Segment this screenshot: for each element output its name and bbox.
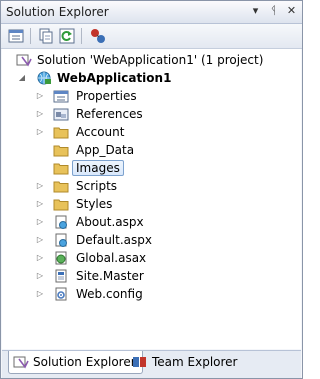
tree-item-app-data[interactable]: App_Data — [2, 141, 301, 159]
properties-icon — [8, 29, 24, 43]
view-class-diagram-button[interactable] — [89, 27, 107, 45]
tree-item-properties[interactable]: ▷ Properties — [2, 87, 301, 105]
toolbar-separator — [30, 28, 31, 44]
panel-title: Solution Explorer — [6, 5, 109, 19]
toolbar-separator — [81, 28, 82, 44]
solution-explorer-panel: Solution Explorer ▾ ᛩ ✕ Solution 'WebApp… — [0, 0, 303, 379]
item-label: Scripts — [76, 179, 118, 193]
web-project-icon — [37, 71, 51, 85]
refresh-button[interactable] — [58, 27, 76, 45]
item-label: Site.Master — [76, 269, 144, 283]
view-class-diagram-icon — [91, 29, 105, 43]
tree-project-row[interactable]: ◢ WebApplication1 — [2, 69, 301, 87]
tab-team-explorer[interactable]: Team Explorer — [128, 351, 244, 373]
refresh-icon — [59, 28, 75, 44]
toolbar — [1, 24, 302, 49]
tree-item-references[interactable]: ▷ References — [2, 105, 301, 123]
item-label: Images — [72, 160, 124, 176]
item-label: About.aspx — [76, 215, 144, 229]
solution-icon — [16, 54, 32, 67]
expand-arrow-icon[interactable]: ▷ — [36, 181, 44, 191]
expand-arrow-icon[interactable]: ▷ — [36, 199, 44, 209]
show-all-files-icon — [39, 28, 53, 44]
item-label: App_Data — [76, 143, 135, 157]
tree-item-scripts[interactable]: ▷ Scripts — [2, 177, 301, 195]
item-label: Global.asax — [76, 251, 147, 265]
properties-folder-icon — [53, 90, 69, 103]
expand-arrow-icon[interactable]: ▷ — [36, 109, 44, 119]
folder-icon — [53, 145, 69, 157]
tree-item-about-aspx[interactable]: ▷ About.aspx — [2, 213, 301, 231]
title-controls: ▾ ᛩ ✕ — [249, 4, 298, 18]
tree-item-web-config[interactable]: ▷ Web.config — [2, 285, 301, 303]
references-icon — [53, 108, 69, 121]
item-label: Default.aspx — [76, 233, 152, 247]
folder-icon — [53, 181, 69, 193]
tree-item-images[interactable]: Images — [2, 159, 301, 177]
tab-solution-explorer[interactable]: Solution Explorer — [8, 351, 143, 374]
tree-solution-row[interactable]: Solution 'WebApplication1' (1 project) — [2, 51, 301, 69]
tree-item-account[interactable]: ▷ Account — [2, 123, 301, 141]
item-label: Properties — [76, 89, 137, 103]
folder-icon — [53, 163, 69, 175]
expand-arrow-icon[interactable]: ▷ — [36, 91, 44, 101]
asax-file-icon — [55, 251, 67, 265]
solution-label: Solution 'WebApplication1' (1 project) — [37, 53, 264, 67]
show-all-files-button[interactable] — [37, 27, 55, 45]
expand-arrow-icon[interactable]: ▷ — [36, 271, 44, 281]
properties-button[interactable] — [7, 27, 25, 45]
item-label: Account — [76, 125, 125, 139]
folder-icon — [53, 199, 69, 211]
master-file-icon — [55, 269, 67, 283]
dropdown-icon[interactable]: ▾ — [249, 4, 262, 18]
tab-label: Solution Explorer — [33, 355, 136, 369]
folder-icon — [53, 127, 69, 139]
config-file-icon — [55, 287, 67, 301]
close-icon[interactable]: ✕ — [285, 4, 298, 18]
expand-arrow-icon[interactable]: ▷ — [36, 235, 44, 245]
expand-arrow-icon[interactable]: ▷ — [36, 253, 44, 263]
title-bar: Solution Explorer ▾ ᛩ ✕ — [1, 1, 302, 24]
tree-item-default-aspx[interactable]: ▷ Default.aspx — [2, 231, 301, 249]
item-label: Styles — [76, 197, 113, 211]
collapse-arrow-icon[interactable]: ◢ — [18, 73, 26, 83]
solution-tree: Solution 'WebApplication1' (1 project) ◢… — [2, 49, 301, 349]
tree-item-styles[interactable]: ▷ Styles — [2, 195, 301, 213]
tab-label: Team Explorer — [152, 355, 238, 369]
solution-explorer-icon — [13, 356, 29, 369]
item-label: Web.config — [76, 287, 143, 301]
expand-arrow-icon[interactable]: ▷ — [36, 127, 44, 137]
expand-arrow-icon[interactable]: ▷ — [36, 289, 44, 299]
expand-arrow-icon[interactable]: ▷ — [36, 217, 44, 227]
pin-icon[interactable]: ᛩ — [267, 4, 280, 18]
aspx-file-icon — [55, 233, 67, 247]
tree-item-site-master[interactable]: ▷ Site.Master — [2, 267, 301, 285]
project-label: WebApplication1 — [57, 71, 172, 85]
tree-item-global-asax[interactable]: ▷ Global.asax — [2, 249, 301, 267]
item-label: References — [76, 107, 143, 121]
team-explorer-icon — [133, 357, 146, 367]
bottom-tab-bar: Solution Explorer Team Explorer — [2, 350, 301, 378]
aspx-file-icon — [55, 215, 67, 229]
